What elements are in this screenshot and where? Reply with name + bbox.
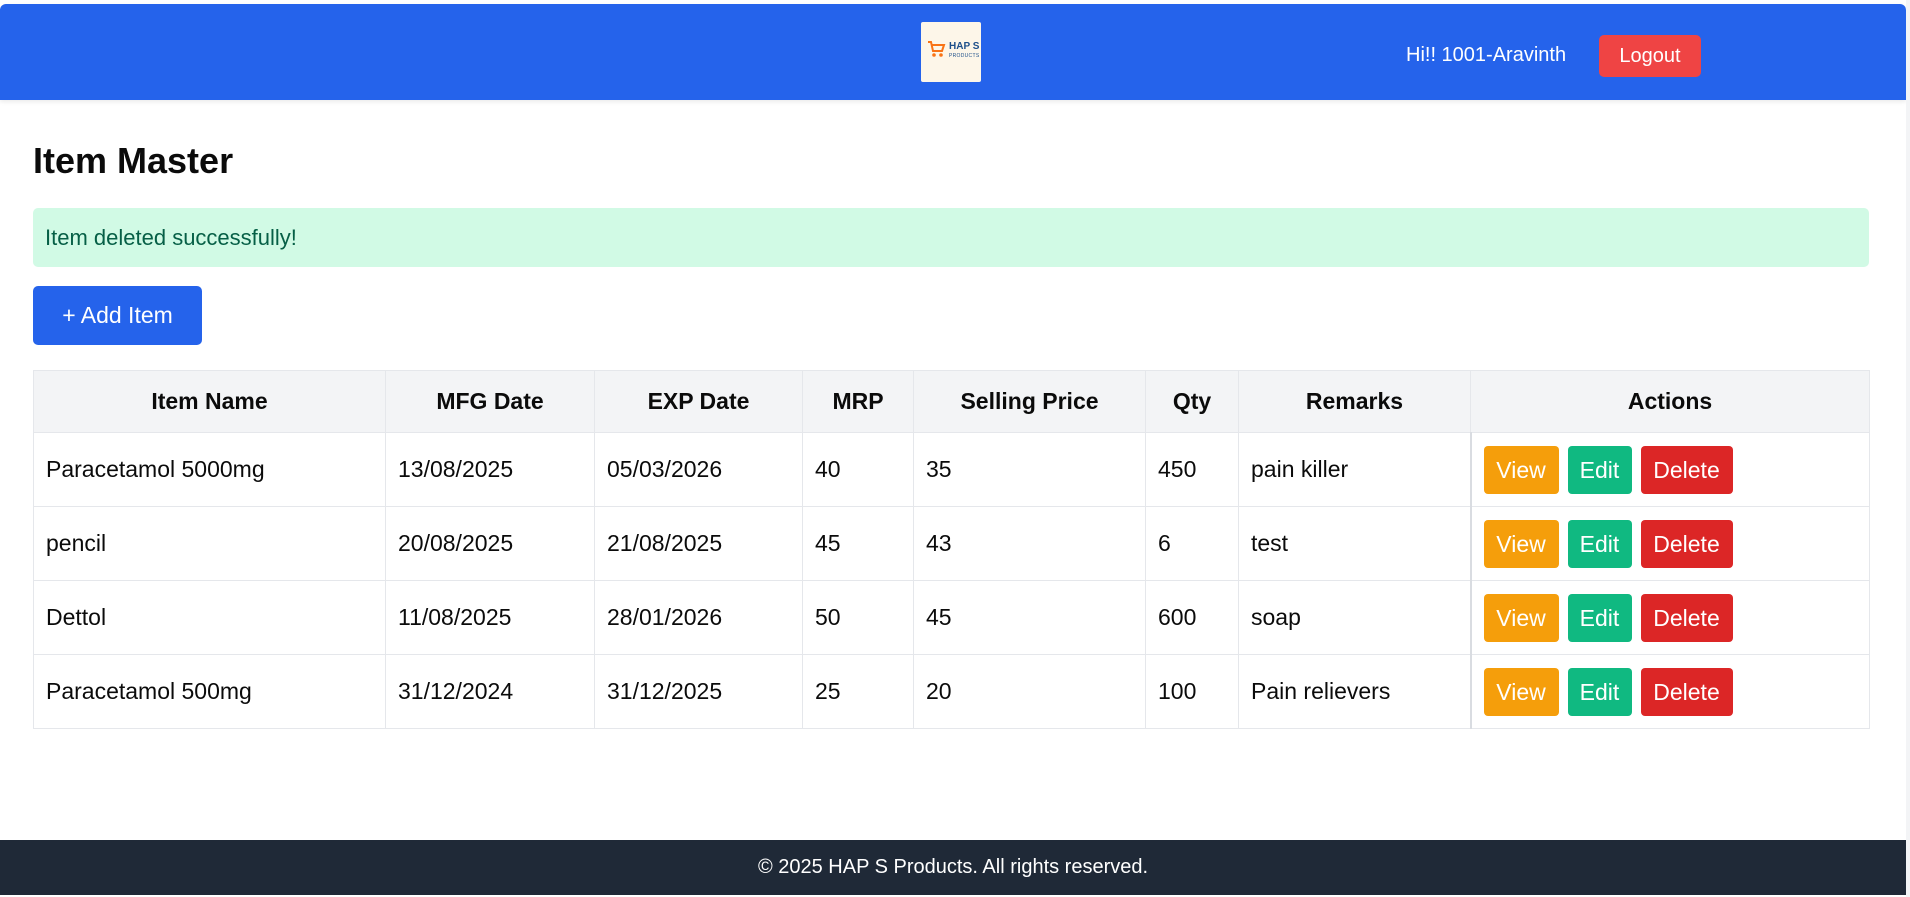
- delete-button[interactable]: Delete: [1640, 445, 1733, 494]
- cell-exp-date: 05/03/2026: [594, 432, 803, 507]
- cell-mrp: 50: [802, 580, 914, 655]
- cell-selling-price: 45: [913, 580, 1146, 655]
- page: HAP S PRODUCTS Hi!! 1001-Aravinth Logout…: [0, 0, 1910, 897]
- logo-text: HAP S: [949, 41, 980, 52]
- cell-actions: View Edit Delete: [1469, 580, 1870, 655]
- cell-selling-price: 20: [913, 654, 1146, 729]
- edit-button[interactable]: Edit: [1567, 593, 1632, 642]
- cell-remarks: soap: [1238, 580, 1471, 655]
- cell-qty: 100: [1145, 654, 1239, 729]
- cell-selling-price: 43: [913, 506, 1146, 581]
- delete-button[interactable]: Delete: [1640, 667, 1733, 716]
- delete-button[interactable]: Delete: [1640, 593, 1733, 642]
- top-navbar: HAP S PRODUCTS Hi!! 1001-Aravinth Logout: [0, 4, 1906, 100]
- cell-remarks: pain killer: [1238, 432, 1471, 507]
- column-header-qty: Qty: [1145, 370, 1239, 433]
- add-item-button[interactable]: + Add Item: [33, 286, 202, 345]
- table-row: Paracetamol 5000mg 13/08/2025 05/03/2026…: [33, 432, 1870, 507]
- table-row: Dettol 11/08/2025 28/01/2026 50 45 600 s…: [33, 580, 1870, 655]
- cell-item-name: Dettol: [33, 580, 386, 655]
- cell-mrp: 25: [802, 654, 914, 729]
- table-row: pencil 20/08/2025 21/08/2025 45 43 6 tes…: [33, 506, 1870, 581]
- cell-qty: 6: [1145, 506, 1239, 581]
- cell-remarks: Pain relievers: [1238, 654, 1471, 729]
- cell-mfg-date: 11/08/2025: [385, 580, 595, 655]
- cell-exp-date: 31/12/2025: [594, 654, 803, 729]
- cell-mfg-date: 31/12/2024: [385, 654, 595, 729]
- cell-item-name: Paracetamol 5000mg: [33, 432, 386, 507]
- view-button[interactable]: View: [1483, 593, 1559, 642]
- cell-actions: View Edit Delete: [1469, 654, 1870, 729]
- brand-logo[interactable]: HAP S PRODUCTS: [921, 22, 981, 82]
- table-header-row: Item Name MFG Date EXP Date MRP Selling …: [33, 370, 1870, 433]
- delete-button[interactable]: Delete: [1640, 519, 1733, 568]
- cell-item-name: pencil: [33, 506, 386, 581]
- logout-button[interactable]: Logout: [1599, 35, 1701, 77]
- cell-remarks: test: [1238, 506, 1471, 581]
- logo-subtext: PRODUCTS: [949, 53, 980, 59]
- page-title: Item Master: [33, 140, 234, 181]
- edit-button[interactable]: Edit: [1567, 667, 1632, 716]
- cell-actions: View Edit Delete: [1469, 506, 1870, 581]
- edit-button[interactable]: Edit: [1567, 519, 1632, 568]
- shopping-cart-icon: [928, 41, 946, 57]
- window-edge: [1906, 0, 1910, 897]
- cell-item-name: Paracetamol 500mg: [33, 654, 386, 729]
- column-header-mrp: MRP: [802, 370, 914, 433]
- cell-mfg-date: 20/08/2025: [385, 506, 595, 581]
- footer: © 2025 HAP S Products. All rights reserv…: [0, 840, 1906, 895]
- items-table: Item Name MFG Date EXP Date MRP Selling …: [33, 370, 1870, 729]
- column-header-exp-date: EXP Date: [594, 370, 803, 433]
- column-header-selling-price: Selling Price: [913, 370, 1146, 433]
- cell-mrp: 45: [802, 506, 914, 581]
- edit-button[interactable]: Edit: [1567, 445, 1632, 494]
- table-row: Paracetamol 500mg 31/12/2024 31/12/2025 …: [33, 654, 1870, 729]
- view-button[interactable]: View: [1483, 445, 1559, 494]
- view-button[interactable]: View: [1483, 667, 1559, 716]
- cell-qty: 450: [1145, 432, 1239, 507]
- cell-mfg-date: 13/08/2025: [385, 432, 595, 507]
- cell-selling-price: 35: [913, 432, 1146, 507]
- column-header-remarks: Remarks: [1238, 370, 1471, 433]
- column-header-mfg-date: MFG Date: [385, 370, 595, 433]
- cell-actions: View Edit Delete: [1469, 432, 1870, 507]
- column-header-item-name: Item Name: [33, 370, 386, 433]
- user-greeting: Hi!! 1001-Aravinth: [1406, 44, 1567, 66]
- cell-exp-date: 28/01/2026: [594, 580, 803, 655]
- column-header-actions: Actions: [1470, 370, 1870, 433]
- cell-mrp: 40: [802, 432, 914, 507]
- cell-qty: 600: [1145, 580, 1239, 655]
- success-alert: Item deleted successfully!: [33, 208, 1869, 267]
- view-button[interactable]: View: [1483, 519, 1559, 568]
- cell-exp-date: 21/08/2025: [594, 506, 803, 581]
